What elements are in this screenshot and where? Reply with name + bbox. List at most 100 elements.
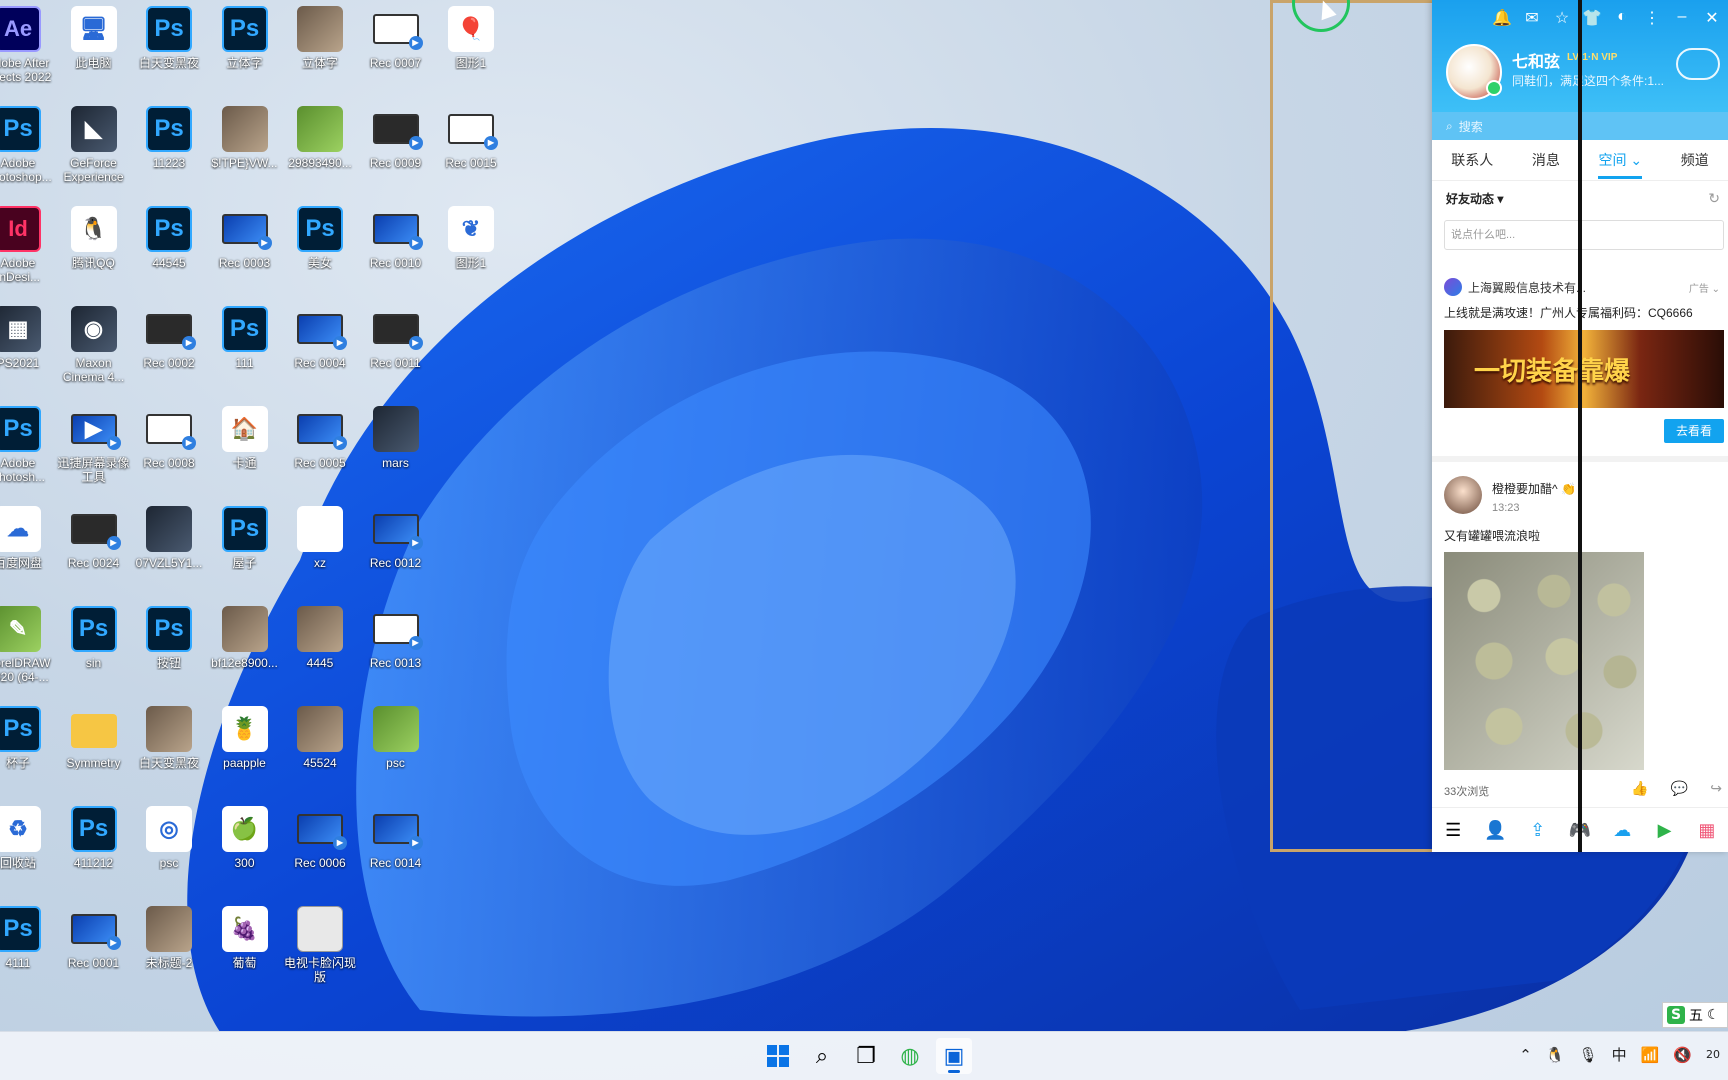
desktop-icon[interactable]: Ps 44545 bbox=[131, 206, 207, 270]
desktop-icon[interactable]: ❦ 图形1 bbox=[433, 206, 509, 270]
desktop-icon[interactable]: Ps 立体字 bbox=[207, 6, 283, 70]
windows-start-icon[interactable] bbox=[760, 1038, 796, 1074]
close-icon[interactable]: ✕ bbox=[1702, 8, 1722, 28]
desktop-icon[interactable]: ▶ 迅捷屏幕录像工具 bbox=[56, 406, 132, 484]
desktop-icon[interactable]: Id Adobe InDesi... bbox=[0, 206, 56, 284]
like-icon[interactable]: 👍 bbox=[1631, 780, 1648, 797]
desktop-icon[interactable]: Rec 0007 bbox=[358, 6, 434, 70]
desktop-icon[interactable]: Rec 0002 bbox=[131, 306, 207, 370]
desktop-icon[interactable]: Rec 0011 bbox=[358, 306, 434, 370]
desktop-icon[interactable]: Rec 0009 bbox=[358, 106, 434, 170]
qq-tab[interactable]: 消息 bbox=[1532, 150, 1560, 170]
desktop-icon[interactable]: 🍇 葡萄 bbox=[207, 906, 283, 970]
post-photo[interactable] bbox=[1444, 552, 1644, 770]
screen-recorder-icon[interactable]: ▣ bbox=[936, 1038, 972, 1074]
ad-tag[interactable]: 广告 ⌄ bbox=[1689, 280, 1720, 295]
desktop-icon[interactable]: Rec 0004 bbox=[282, 306, 358, 370]
desktop-icon[interactable]: 🎈 图形1 bbox=[433, 6, 509, 70]
desktop-icon[interactable]: Ae Adobe After Effects 2022 bbox=[0, 6, 56, 84]
main-menu-icon[interactable]: ☰ bbox=[1441, 820, 1465, 841]
notification-bell-icon[interactable]: 🔔 bbox=[1492, 8, 1512, 28]
desktop-icon[interactable]: Rec 0015 bbox=[433, 106, 509, 170]
video-icon[interactable]: ▶ bbox=[1653, 820, 1677, 841]
task-view-icon[interactable]: ❐ bbox=[848, 1038, 884, 1074]
desktop-icon[interactable]: ◣ GeForce Experience bbox=[56, 106, 132, 184]
qq-tab[interactable]: 空间 ⌄ bbox=[1598, 150, 1643, 179]
minimize-icon[interactable]: – bbox=[1672, 8, 1692, 28]
desktop-icon[interactable]: ▦ PS2021 bbox=[0, 306, 56, 370]
desktop-icon[interactable]: Ps 11223 bbox=[131, 106, 207, 170]
edge-icon[interactable]: ◍ bbox=[892, 1038, 928, 1074]
desktop-icon[interactable]: Rec 0005 bbox=[282, 406, 358, 470]
desktop-icon[interactable]: Ps 杯子 bbox=[0, 706, 56, 770]
volume-muted-icon[interactable]: 🔇 bbox=[1673, 1046, 1692, 1064]
desktop-icon[interactable]: Ps Adobe Photosh... bbox=[0, 406, 56, 484]
desktop-icon[interactable]: Ps 白天变黑夜 bbox=[131, 6, 207, 70]
desktop-icon[interactable]: Rec 0003 bbox=[207, 206, 283, 270]
desktop-icon[interactable]: Rec 0008 bbox=[131, 406, 207, 470]
qq-nickname[interactable]: 七和弦 bbox=[1512, 48, 1560, 72]
upload-icon[interactable]: ⇪ bbox=[1526, 820, 1550, 841]
desktop-icon[interactable]: 🍏 300 bbox=[207, 806, 283, 870]
desktop-icon[interactable]: 立体字 bbox=[282, 6, 358, 70]
desktop-icon[interactable]: psc bbox=[358, 706, 434, 770]
desktop-icon[interactable]: Ps Adobe Photoshop... bbox=[0, 106, 56, 184]
desktop-icon[interactable]: Rec 0006 bbox=[282, 806, 358, 870]
comment-icon[interactable]: 💬 bbox=[1671, 780, 1688, 797]
search-icon[interactable]: ⌕ bbox=[804, 1038, 840, 1074]
clock[interactable]: 20 bbox=[1706, 1048, 1720, 1061]
chevron-up-icon[interactable]: ⌃ bbox=[1519, 1046, 1532, 1064]
desktop-icon[interactable]: Ps 按钮 bbox=[131, 606, 207, 670]
add-friend-icon[interactable]: 👤 bbox=[1483, 820, 1507, 841]
app-manager-icon[interactable]: ▦ bbox=[1695, 820, 1719, 841]
desktop-icon[interactable]: ◉ Maxon Cinema 4... bbox=[56, 306, 132, 384]
desktop-icon[interactable]: ◎ psc bbox=[131, 806, 207, 870]
shirt-icon[interactable]: 👕 bbox=[1582, 8, 1602, 28]
desktop-icon[interactable]: Rec 0010 bbox=[358, 206, 434, 270]
desktop-icon[interactable]: ♻ 回收站 bbox=[0, 806, 56, 870]
friend-feed-title[interactable]: 好友动态 ▾ bbox=[1446, 190, 1503, 207]
desktop-icon[interactable]: xz bbox=[282, 506, 358, 570]
desktop-icon[interactable]: Ps 411212 bbox=[56, 806, 132, 870]
avatar[interactable] bbox=[1446, 44, 1502, 100]
qq-tray-icon[interactable]: 🐧 bbox=[1546, 1046, 1565, 1064]
desktop-icon[interactable]: 🏠 卡通 bbox=[207, 406, 283, 470]
qq-tab[interactable]: 频道 bbox=[1681, 150, 1709, 170]
ime-indicator[interactable]: S 五 ☾ bbox=[1662, 1002, 1728, 1028]
desktop-icon[interactable]: 白天变黑夜 bbox=[131, 706, 207, 770]
desktop-icon[interactable]: Ps 屋子 bbox=[207, 506, 283, 570]
desktop-icon[interactable]: 🍍 paapple bbox=[207, 706, 283, 770]
star-icon[interactable]: ☆ bbox=[1552, 8, 1572, 28]
desktop-icon[interactable]: 4445 bbox=[282, 606, 358, 670]
desktop-icon[interactable]: Rec 0024 bbox=[56, 506, 132, 570]
ad-view-button[interactable]: 去看看 bbox=[1664, 419, 1724, 443]
desktop-icon[interactable]: 🐧 腾讯QQ bbox=[56, 206, 132, 270]
more-menu-icon[interactable]: ⋮ bbox=[1642, 8, 1662, 28]
desktop-icon[interactable]: Ps sin bbox=[56, 606, 132, 670]
post-author-avatar[interactable] bbox=[1444, 476, 1482, 514]
weather-cloud-icon[interactable] bbox=[1676, 48, 1720, 80]
desktop-icon[interactable]: 🖥 此电脑 bbox=[56, 6, 132, 70]
desktop-icon[interactable]: 07VZL5Y1... bbox=[131, 506, 207, 570]
share-icon[interactable]: ↪ bbox=[1710, 780, 1722, 797]
color-theme-icon[interactable]: ◐ bbox=[1612, 8, 1632, 28]
desktop-icon[interactable]: Rec 0012 bbox=[358, 506, 434, 570]
post-input[interactable]: 说点什么吧... bbox=[1444, 220, 1724, 250]
desktop-icon[interactable]: ✎ CorelDRAW 2020 (64-... bbox=[0, 606, 56, 684]
refresh-icon[interactable]: ↻ bbox=[1708, 190, 1720, 207]
weiyun-cloud-icon[interactable]: ☁ bbox=[1610, 820, 1634, 841]
qq-tab[interactable]: 联系人 bbox=[1451, 150, 1493, 170]
desktop-icon[interactable]: $!TPE}VW... bbox=[207, 106, 283, 170]
desktop-icon[interactable]: Symmetry bbox=[56, 706, 132, 770]
desktop-icon[interactable]: Rec 0014 bbox=[358, 806, 434, 870]
desktop-icon[interactable]: Ps 111 bbox=[207, 306, 283, 370]
desktop-icon[interactable]: ☁ 百度网盘 bbox=[0, 506, 56, 570]
desktop-icon[interactable]: Rec 0013 bbox=[358, 606, 434, 670]
desktop-icon[interactable]: bf12e8900... bbox=[207, 606, 283, 670]
desktop-icon[interactable]: Ps 美女 bbox=[282, 206, 358, 270]
desktop-icon[interactable]: 45524 bbox=[282, 706, 358, 770]
mail-icon[interactable]: ✉ bbox=[1522, 8, 1542, 28]
qq-signature[interactable]: 同鞋们，满足这四个条件:1... bbox=[1512, 72, 1664, 89]
wifi-icon[interactable]: 📶 bbox=[1641, 1046, 1660, 1064]
ad-banner-image[interactable]: 一切装备靠爆 bbox=[1444, 330, 1724, 408]
